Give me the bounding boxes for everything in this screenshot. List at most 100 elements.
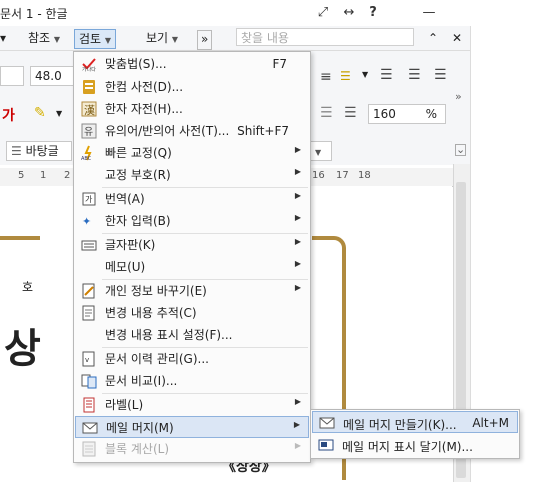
menu-item-label: 검토 <box>79 32 102 46</box>
chevron-down-icon[interactable]: ▼ <box>56 109 62 118</box>
submenu-arrow-icon: ▶ <box>294 283 301 292</box>
submenu-arrow-icon: ▶ <box>294 397 301 406</box>
collapse-ribbon-icon[interactable]: ⌃ <box>428 29 438 47</box>
menu-item-view[interactable]: 보기 ▼ <box>146 29 178 47</box>
svg-text:유: 유 <box>84 126 93 138</box>
menu-item-label: 유의어/반의어 사전(T)... <box>105 124 230 138</box>
menu-item-memo[interactable]: 메모(U) ▶ <box>75 256 309 278</box>
font-name-field[interactable] <box>0 66 24 86</box>
menu-item-label: 글자판(K) <box>105 238 156 252</box>
menu-bar: ▾ 참조 ▼ 검토 ▼ 보기 ▼ » 찾을 내용 ⌃ ✕ <box>0 26 550 51</box>
svg-text:v: v <box>85 356 89 364</box>
chevron-down-icon: ▼ <box>315 148 322 157</box>
svg-text:✦: ✦ <box>82 215 91 228</box>
menu-item-mail-merge[interactable]: 메일 머지(M) ▶ <box>75 416 309 438</box>
indent-icon[interactable]: ☰ <box>380 67 393 83</box>
menu-item-label: 한컴 사전(D)... <box>105 80 184 94</box>
menu-item-translate[interactable]: 가 번역(A) ▶ <box>75 188 309 210</box>
track-changes-icon <box>81 305 97 321</box>
zoom-unit: % <box>425 107 437 121</box>
ruler-tick: 17 <box>336 170 349 181</box>
menu-item-keyboard-layout[interactable]: 글자판(K) ▶ <box>75 234 309 256</box>
privacy-icon <box>81 283 97 299</box>
svg-text:ABC: ABC <box>81 156 92 161</box>
more-menus-button[interactable]: » <box>197 30 213 50</box>
menu-item-change-display-settings[interactable]: 변경 내용 표시 설정(F)... <box>75 324 309 346</box>
menu-item-label: 빠른 교정(Q) <box>105 146 172 160</box>
expand-toolbar-icon[interactable]: » <box>455 90 462 103</box>
svg-text:가: 가 <box>85 195 93 204</box>
menu-item-label: 블록 계산(L) <box>105 442 170 456</box>
align-distribute-icon[interactable]: ☰ <box>344 105 357 121</box>
width-fit-icon[interactable]: ↔ <box>338 3 360 23</box>
keyboard-icon <box>81 237 97 253</box>
menu-item-reference[interactable]: 참조 ▼ <box>28 29 60 47</box>
dictionary-icon <box>81 79 97 95</box>
menu-item-privacy[interactable]: 개인 정보 바꾸기(E) ▶ <box>75 280 309 302</box>
mail-icon <box>319 416 335 430</box>
collapse-toolbar-icon[interactable]: ⌄ <box>455 144 467 156</box>
submenu-arrow-icon: ▶ <box>294 167 301 176</box>
close-doc-icon[interactable]: ✕ <box>452 29 462 47</box>
font-color-icon[interactable]: 가 <box>2 105 15 125</box>
submenu-arrow-icon: ▶ <box>293 420 300 429</box>
menu-item-label: 문서 이력 관리(G)... <box>105 352 209 366</box>
menu-item-label: 한자 자전(H)... <box>105 102 183 116</box>
history-icon: v <box>81 351 97 367</box>
shortcut-label: F7 <box>272 57 287 71</box>
compare-icon <box>81 373 97 389</box>
highlight-pen-icon[interactable]: ✎ <box>34 105 46 121</box>
menu-item-label-print[interactable]: 라벨(L) ▶ <box>75 394 309 416</box>
review-menu: 가나다 맞춤법(S)... F7 한컴 사전(D)... 漢 한자 자전(H).… <box>73 51 311 463</box>
submenu-arrow-icon: ▶ <box>294 441 301 450</box>
submenu-arrow-icon: ▶ <box>294 259 301 268</box>
menu-item-track-changes[interactable]: 변경 내용 추적(C) <box>75 302 309 324</box>
line-spacing-icon[interactable]: ☰ <box>434 67 447 83</box>
menu-item-label: 보기 <box>146 31 169 45</box>
chevron-down-icon[interactable]: ▼ <box>362 70 368 79</box>
style-icon: ☰ <box>11 144 22 158</box>
menu-item-proof-marks[interactable]: 교정 부호(R) ▶ <box>75 164 309 186</box>
bullet-list-icon[interactable]: ☰ <box>340 69 351 83</box>
align-justify-icon[interactable]: ☰ <box>320 105 333 121</box>
mail-merge-icon <box>82 420 98 436</box>
submenu-item-mark-mail-merge[interactable]: 메일 머지 표시 달기(M)... <box>312 434 518 456</box>
menu-item-hanja-dictionary[interactable]: 漢 한자 자전(H)... <box>75 98 309 120</box>
calculator-icon <box>81 441 97 457</box>
menu-item-label: 맞춤법(S)... <box>105 57 167 71</box>
certificate-title-char: 상 <box>4 325 41 372</box>
menu-item-document-compare[interactable]: 문서 비교(I)... <box>75 370 309 392</box>
zoom-field[interactable]: 160 % <box>368 104 446 124</box>
menu-item-thesaurus[interactable]: 유 유의어/반의어 사전(T)... Shift+F7 <box>75 120 309 142</box>
shortcut-label: Shift+F7 <box>237 124 289 138</box>
ruler-tick: 18 <box>358 170 371 181</box>
font-size-value: 48.0 <box>35 69 62 83</box>
fullscreen-icon[interactable]: ⤢ <box>312 3 334 23</box>
font-size-field[interactable]: 48.0 <box>30 66 78 86</box>
hanja-input-icon: ✦ <box>81 213 97 229</box>
ruler-tick: 5 <box>18 170 25 181</box>
menu-item-label: 메일 머지(M) <box>106 421 174 435</box>
submenu-item-create-mail-merge[interactable]: 메일 머지 만들기(K)... Alt+M <box>312 411 518 433</box>
menu-item-label: 개인 정보 바꾸기(E) <box>105 284 207 298</box>
menu-item-spellcheck[interactable]: 가나다 맞춤법(S)... F7 <box>75 53 309 75</box>
thesaurus-icon: 유 <box>81 123 97 139</box>
menu-item-label: 라벨(L) <box>105 398 144 412</box>
ruler-tick: 16 <box>312 170 325 181</box>
align-icon[interactable]: ≡ <box>320 69 332 85</box>
menu-item-document-history[interactable]: v 문서 이력 관리(G)... <box>75 348 309 370</box>
menu-left-arrow-icon[interactable]: ▾ <box>0 29 6 47</box>
minimize-icon[interactable]: — <box>418 3 440 23</box>
menu-item-hanja-input[interactable]: ✦ 한자 입력(B) ▶ <box>75 210 309 232</box>
submenu-item-label: 메일 머지 표시 달기(M)... <box>342 440 473 454</box>
style-select[interactable]: ☰ 바탕글 <box>6 141 72 161</box>
help-icon[interactable]: ? <box>362 3 384 23</box>
style-value: 바탕글 <box>25 144 59 158</box>
menu-item-review[interactable]: 검토 ▼ <box>74 29 117 49</box>
font-select-chevron[interactable]: ▼ <box>310 141 332 161</box>
submenu-arrow-icon: ▶ <box>294 213 301 222</box>
outdent-icon[interactable]: ☰ <box>408 67 421 83</box>
search-input[interactable]: 찾을 내용 <box>236 28 414 46</box>
menu-item-quick-correct[interactable]: ABC 빠른 교정(Q) ▶ <box>75 142 309 164</box>
menu-item-hancom-dictionary[interactable]: 한컴 사전(D)... <box>75 76 309 98</box>
